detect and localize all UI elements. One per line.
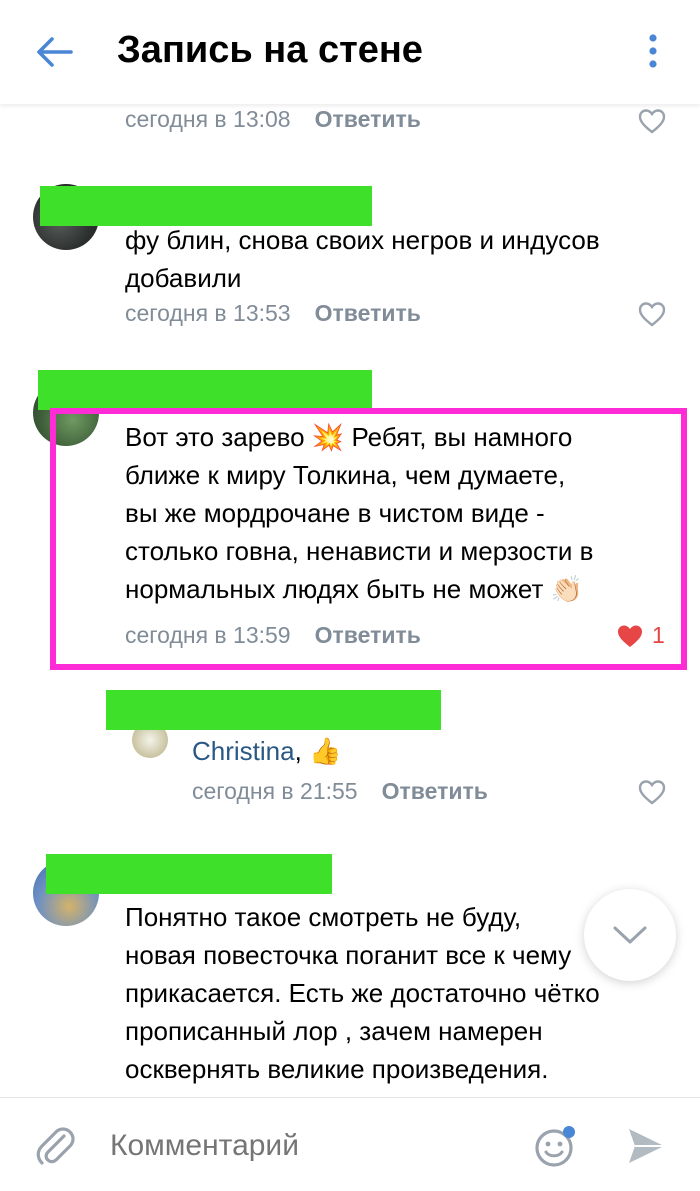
more-vertical-icon: [649, 34, 657, 68]
heart-outline-icon: [638, 780, 666, 805]
redacted-author-name: [46, 854, 332, 894]
comment-input[interactable]: [110, 1124, 510, 1168]
reply-button[interactable]: Ответить: [382, 778, 488, 804]
comment-text-line: прописанный лор , зачем намерен: [125, 1016, 543, 1046]
reply-button[interactable]: Ответить: [315, 300, 421, 326]
like-button[interactable]: [634, 104, 670, 138]
attach-button[interactable]: [30, 1120, 82, 1172]
comment-text-line: добавили: [125, 263, 242, 293]
comment-text-line: осквернять великие произведения.: [125, 1054, 549, 1084]
comment-text-line: , 👍: [294, 736, 342, 766]
chevron-down-icon: [613, 926, 647, 944]
comment-text-line: фу блин, снова своих негров и индусов: [125, 225, 600, 255]
highlight-frame: [50, 408, 687, 670]
mention-link[interactable]: Christina: [192, 736, 295, 766]
comment-text: фу блин, снова своих негров и индусов до…: [125, 221, 685, 297]
more-menu-button[interactable]: [630, 26, 676, 76]
heart-outline-icon: [638, 109, 666, 134]
comment-timestamp: сегодня в 13:08: [125, 106, 291, 132]
send-icon: [629, 1129, 664, 1163]
comment-text: Christina, 👍: [192, 732, 672, 770]
send-button[interactable]: [620, 1120, 672, 1172]
top-bar: Запись на стене: [0, 0, 700, 104]
comment-text-line: Так же и в играх из варкрафта сделали: [125, 1088, 685, 1097]
smile-icon: [535, 1126, 575, 1167]
comment-meta: сегодня в 13:53 Ответить: [125, 298, 421, 328]
scroll-to-bottom-button[interactable]: [584, 889, 676, 981]
emoji-button[interactable]: [530, 1120, 582, 1172]
paperclip-icon: [36, 1127, 75, 1165]
comment-timestamp: сегодня в 21:55: [192, 778, 358, 804]
like-button[interactable]: [634, 775, 670, 809]
redacted-author-name: [40, 186, 372, 226]
comment-composer: [0, 1097, 700, 1191]
back-button[interactable]: [26, 24, 82, 80]
comment-text-line: прикасается. Есть же достаточно чётко: [125, 978, 600, 1008]
like-button[interactable]: [634, 297, 670, 331]
comment-meta: сегодня в 21:55 Ответить: [192, 776, 488, 806]
redacted-author-name: [106, 690, 441, 730]
comment-meta: сегодня в 13:08 Ответить: [125, 104, 421, 134]
redacted-author-name: [38, 370, 372, 410]
reply-button[interactable]: Ответить: [315, 106, 421, 132]
heart-outline-icon: [638, 302, 666, 327]
comment-timestamp: сегодня в 13:53: [125, 300, 291, 326]
page-title: Запись на стене: [117, 29, 423, 71]
arrow-left-icon: [37, 37, 73, 67]
